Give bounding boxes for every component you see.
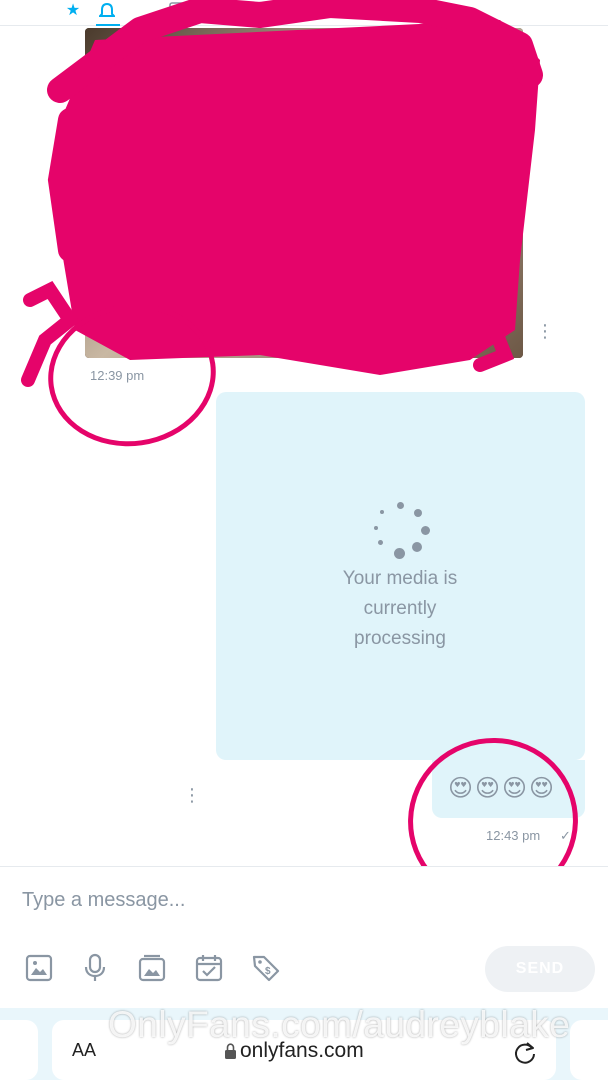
bell-icon[interactable] bbox=[97, 2, 117, 20]
svg-text:$: $ bbox=[265, 966, 271, 977]
next-tab-preview[interactable] bbox=[570, 1020, 608, 1080]
received-options-icon[interactable]: ⋮ bbox=[536, 322, 554, 340]
reader-text-size-button[interactable]: AA bbox=[72, 1040, 96, 1061]
processing-line-2: currently bbox=[363, 598, 437, 619]
search-icon[interactable] bbox=[202, 2, 220, 20]
sent-options-icon[interactable]: ⋮ bbox=[183, 786, 201, 804]
image-icon[interactable] bbox=[168, 2, 186, 20]
loading-spinner-icon bbox=[372, 502, 430, 560]
watermark: OnlyFans.com/audreyblake bbox=[108, 1004, 571, 1045]
message-composer: $ SEND bbox=[0, 866, 608, 1008]
processing-line-3: processing bbox=[354, 628, 446, 649]
add-image-icon[interactable] bbox=[24, 953, 54, 983]
price-tag-icon[interactable]: $ bbox=[251, 953, 281, 983]
media-vault-icon[interactable] bbox=[137, 953, 167, 983]
processing-text: Your media is currently processing bbox=[310, 564, 490, 654]
active-tab-indicator bbox=[96, 24, 120, 26]
send-button[interactable]: SEND bbox=[485, 946, 595, 992]
message-input[interactable] bbox=[22, 885, 542, 915]
star-icon[interactable]: ★ bbox=[64, 2, 82, 20]
schedule-calendar-icon[interactable] bbox=[194, 953, 224, 983]
processing-line-1: Your media is bbox=[342, 568, 458, 589]
top-tabs-strip: ★ bbox=[0, 0, 608, 26]
previous-tab-preview[interactable] bbox=[0, 1020, 38, 1080]
microphone-icon[interactable] bbox=[80, 953, 110, 983]
